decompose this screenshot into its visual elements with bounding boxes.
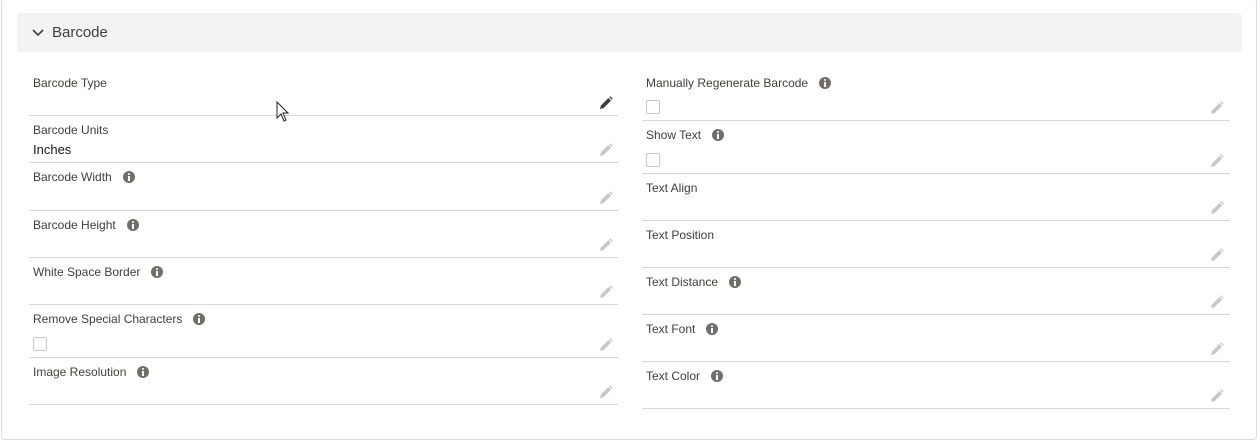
field-label-text: Manually Regenerate Barcode [646, 76, 809, 90]
field-text-font: Text Font [642, 315, 1230, 362]
info-icon[interactable] [137, 366, 150, 378]
field-text-distance: Text Distance [642, 268, 1230, 315]
pencil-icon[interactable] [1210, 248, 1224, 262]
field-remove-special-characters: Remove Special Characters [29, 305, 618, 358]
info-icon[interactable] [706, 323, 719, 335]
info-icon[interactable] [711, 370, 724, 382]
field-show-text: Show Text [642, 121, 1230, 174]
pencil-icon[interactable] [1210, 295, 1224, 309]
info-icon[interactable] [151, 266, 164, 278]
field-manually-regenerate-barcode: Manually Regenerate Barcode [642, 69, 1230, 121]
pencil-icon[interactable] [599, 338, 613, 352]
info-icon[interactable] [193, 313, 206, 325]
field-label-text: Text Font [646, 322, 696, 336]
field-label: Text Font [646, 322, 719, 336]
field-label: Barcode Type [33, 76, 107, 90]
pencil-icon[interactable] [1210, 342, 1224, 356]
field-label-text: Barcode Units [33, 123, 109, 137]
field-label: Text Position [646, 228, 714, 242]
show-text-checkbox[interactable] [646, 153, 660, 167]
field-text-color: Text Color [642, 362, 1230, 409]
field-label: White Space Border [33, 265, 164, 279]
field-text-position: Text Position [642, 221, 1230, 268]
pencil-icon[interactable] [599, 191, 613, 205]
section-title: Barcode [52, 24, 108, 41]
field-label: Image Resolution [33, 365, 150, 379]
field-label: Barcode Width [33, 170, 135, 184]
info-icon[interactable] [729, 276, 742, 288]
field-barcode-height: Barcode Height [29, 211, 618, 258]
remove-special-characters-checkbox[interactable] [33, 337, 47, 351]
field-label: Barcode Height [33, 218, 139, 232]
field-label-text: Text Color [646, 369, 701, 383]
pencil-icon[interactable] [599, 385, 613, 399]
field-label-text: Text Position [646, 228, 715, 242]
info-icon[interactable] [819, 77, 832, 89]
field-white-space-border: White Space Border [29, 258, 618, 305]
pencil-icon[interactable] [1210, 389, 1224, 403]
field-label-text: Image Resolution [33, 365, 127, 379]
field-text-align: Text Align [642, 174, 1230, 221]
mouse-pointer-icon [276, 101, 290, 122]
field-value: Inches [33, 142, 72, 157]
chevron-down-icon [32, 29, 44, 37]
field-label-text: Barcode Type [33, 76, 107, 90]
manually-regenerate-barcode-checkbox[interactable] [646, 100, 660, 114]
field-label-text: Show Text [646, 128, 702, 142]
field-label: Barcode Units [33, 123, 108, 137]
field-label-text: Barcode Width [33, 170, 112, 184]
pencil-icon[interactable] [599, 285, 613, 299]
field-label-text: Text Align [646, 181, 698, 195]
field-label-text: Remove Special Characters [33, 312, 183, 326]
field-label: Text Align [646, 181, 697, 195]
section-header-toggle[interactable]: Barcode [17, 13, 1242, 52]
field-label: Remove Special Characters [33, 312, 206, 326]
pencil-icon[interactable] [1210, 154, 1224, 168]
info-icon[interactable] [122, 171, 135, 183]
info-icon[interactable] [712, 129, 725, 141]
field-barcode-units: Barcode Units Inches [29, 116, 618, 163]
field-label-text: Barcode Height [33, 218, 116, 232]
field-barcode-type: Barcode Type [29, 69, 618, 116]
pencil-icon[interactable] [1210, 201, 1224, 215]
pencil-icon[interactable] [1210, 101, 1224, 115]
pencil-icon[interactable] [599, 96, 613, 110]
field-label-text: Text Distance [646, 275, 719, 289]
field-label-text: White Space Border [33, 265, 141, 279]
info-icon[interactable] [126, 219, 139, 231]
pencil-icon[interactable] [599, 143, 613, 157]
field-label: Show Text [646, 128, 725, 142]
field-image-resolution: Image Resolution [29, 358, 618, 405]
field-barcode-width: Barcode Width [29, 163, 618, 211]
pencil-icon[interactable] [599, 238, 613, 252]
field-label: Text Color [646, 369, 724, 383]
field-label: Text Distance [646, 275, 742, 289]
field-label: Manually Regenerate Barcode [646, 76, 832, 90]
